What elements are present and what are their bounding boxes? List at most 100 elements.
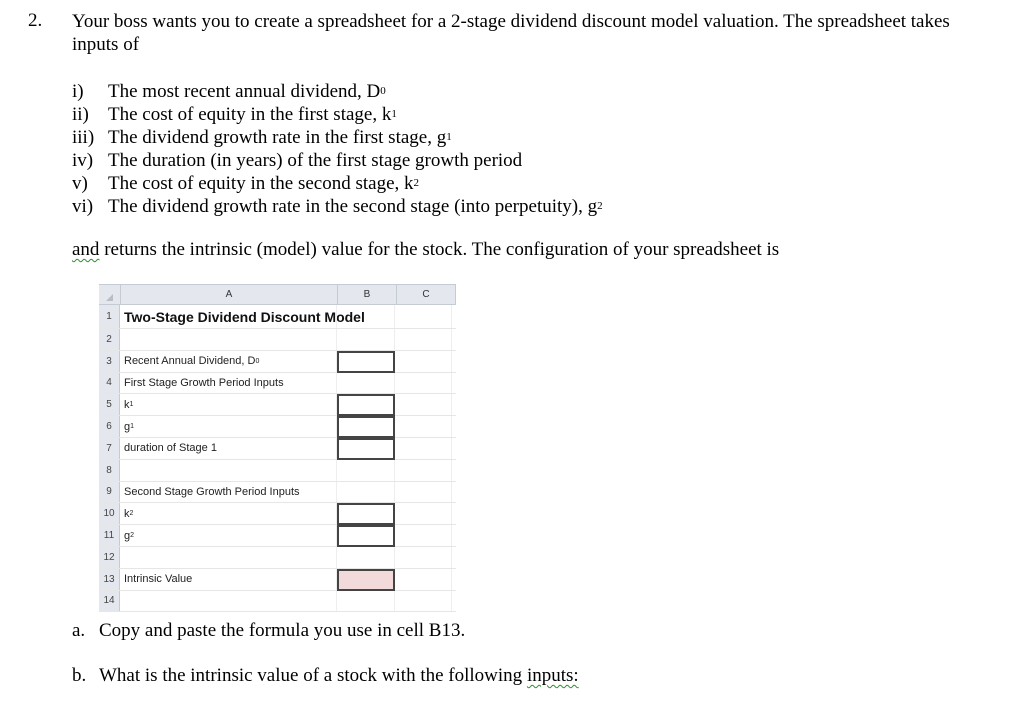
row-number: 2: [99, 329, 120, 350]
row-number: 13: [99, 568, 120, 590]
cell-c: [394, 481, 452, 503]
cell-c: [394, 437, 452, 459]
cell-a-subscript: 2: [130, 532, 135, 540]
cell-b: [336, 568, 395, 591]
cell-c: [394, 503, 452, 525]
sheet-title: Two-Stage Dividend Discount Model: [120, 305, 365, 328]
item-subscript: 1: [391, 108, 397, 120]
cell-a-subscript: 2: [129, 510, 134, 518]
corner-triangle-icon: [106, 294, 113, 301]
item-text: The cost of equity in the first stage, k: [108, 104, 392, 125]
cell-b: [336, 590, 394, 612]
cell-b: [336, 525, 395, 547]
sheet-row: 13 Intrinsic Value: [99, 568, 456, 591]
row-number: 5: [99, 394, 120, 416]
input-cell-box: [337, 416, 395, 438]
row-number: 10: [99, 503, 120, 525]
cell-a-text: First Stage Growth Period Inputs: [124, 376, 284, 389]
cell-a-label: g2: [120, 525, 336, 546]
cell-a-subscript: 0: [255, 357, 260, 365]
part-a-label: a.: [72, 620, 86, 641]
cell-c: [394, 459, 452, 481]
row-number: 11: [99, 525, 120, 546]
item-label: v): [72, 173, 88, 194]
cell-c: [394, 568, 452, 590]
column-header-c: C: [397, 285, 456, 304]
item-label: ii): [72, 104, 89, 125]
cell-a-text: duration of Stage 1: [124, 442, 217, 455]
cell-a-text: Second Stage Growth Period Inputs: [124, 485, 300, 498]
question-number: 2.: [28, 10, 43, 31]
cell-c: [394, 525, 452, 546]
part-b: b. What is the intrinsic value of a stock…: [72, 665, 579, 687]
question-intro: Your boss wants you to create a spreadsh…: [72, 11, 950, 55]
sheet-row: 4 First Stage Growth Period Inputs: [99, 372, 456, 395]
sheet-row: 1 Two-Stage Dividend Discount Model: [99, 305, 456, 329]
cell-a-label: duration of Stage 1: [120, 438, 336, 459]
sheet-rows: 1 Two-Stage Dividend Discount Model 2 3 Rece…: [99, 305, 456, 613]
input-cell-box: [337, 350, 395, 373]
row-number: 8: [99, 459, 120, 481]
select-all-corner: [99, 285, 121, 304]
spellcheck-word: inputs:: [526, 665, 579, 686]
input-cell-box: [337, 394, 395, 417]
intrinsic-value-output-cell: [337, 568, 395, 591]
row-number: 9: [99, 481, 120, 503]
column-header-a: A: [121, 285, 338, 304]
column-header-row: A B C: [99, 284, 456, 305]
item-text: The dividend growth rate in the second s…: [108, 196, 598, 217]
sheet-row: 10 k 2: [99, 503, 456, 526]
row-number: 12: [99, 546, 120, 568]
part-b-text: What is the intrinsic value of a stock w…: [99, 665, 527, 686]
cell-c: [394, 329, 452, 350]
input-cell-box: [337, 525, 395, 547]
item-text: The most recent annual dividend, D: [108, 81, 381, 102]
input-item: iv) The duration (in years) of the first …: [72, 149, 603, 172]
sheet-row: 7 duration of Stage 1: [99, 437, 456, 460]
cell-a-label: Second Stage Growth Period Inputs: [120, 482, 336, 503]
cell-a-label: First Stage Growth Period Inputs: [120, 373, 336, 394]
cell-a-label: k1: [120, 394, 336, 415]
item-text: The duration (in years) of the first sta…: [108, 150, 523, 171]
cell-a-text: Recent Annual Dividend, D: [124, 355, 256, 368]
item-subscript: 0: [380, 85, 386, 97]
input-item: ii) The cost of equity in the first stage…: [72, 103, 603, 126]
item-subscript: 2: [413, 177, 420, 189]
row-number: 4: [99, 372, 120, 394]
cell-a-label: g1: [120, 416, 336, 437]
row-number: 7: [99, 437, 120, 459]
part-a: a. Copy and paste the formula you use in …: [72, 620, 465, 642]
row-number: 3: [99, 350, 120, 372]
cell-a-label: [120, 460, 336, 481]
item-label: iv): [72, 150, 94, 171]
sheet-row: 6g1: [99, 416, 456, 438]
cell-c: [394, 305, 452, 328]
cell-b: [336, 503, 395, 526]
cell-b: [336, 350, 395, 373]
input-item: i) The most recent annual dividend, D0: [72, 80, 603, 103]
input-item: vi) The dividend growth rate in the secon…: [72, 195, 603, 218]
item-text: The cost of equity in the second stage, …: [108, 173, 414, 194]
row-number: 1: [99, 305, 120, 328]
cell-c: [394, 546, 452, 568]
part-a-text: Copy and paste the formula you use in ce…: [99, 620, 466, 641]
returns-rest: returns the intrinsic (model) value for …: [99, 239, 780, 260]
cell-a-text: Intrinsic Value: [124, 573, 193, 586]
sheet-row: 14: [99, 590, 456, 613]
cell-a-label: Recent Annual Dividend, D0: [120, 351, 336, 372]
input-item: v) The cost of equity in the second stage…: [72, 172, 603, 195]
cell-a-label: k2: [120, 503, 336, 524]
cell-a-text: Two-Stage Dividend Discount Model: [124, 308, 365, 325]
item-label: vi): [72, 196, 94, 217]
column-header-b: B: [338, 285, 397, 304]
cell-b: [336, 459, 394, 481]
sheet-row: 5k1: [99, 394, 456, 417]
cell-b: [336, 329, 394, 350]
inputs-list: i) The most recent annual dividend, D0 ii…: [72, 80, 603, 218]
row-number: 14: [99, 590, 120, 612]
item-label: iii): [72, 127, 95, 148]
cell-c: [394, 372, 452, 394]
sheet-row: 9 Second Stage Growth Period Inputs: [99, 481, 456, 504]
sheet-row: 12: [99, 546, 456, 569]
spellcheck-word: and: [72, 239, 100, 260]
